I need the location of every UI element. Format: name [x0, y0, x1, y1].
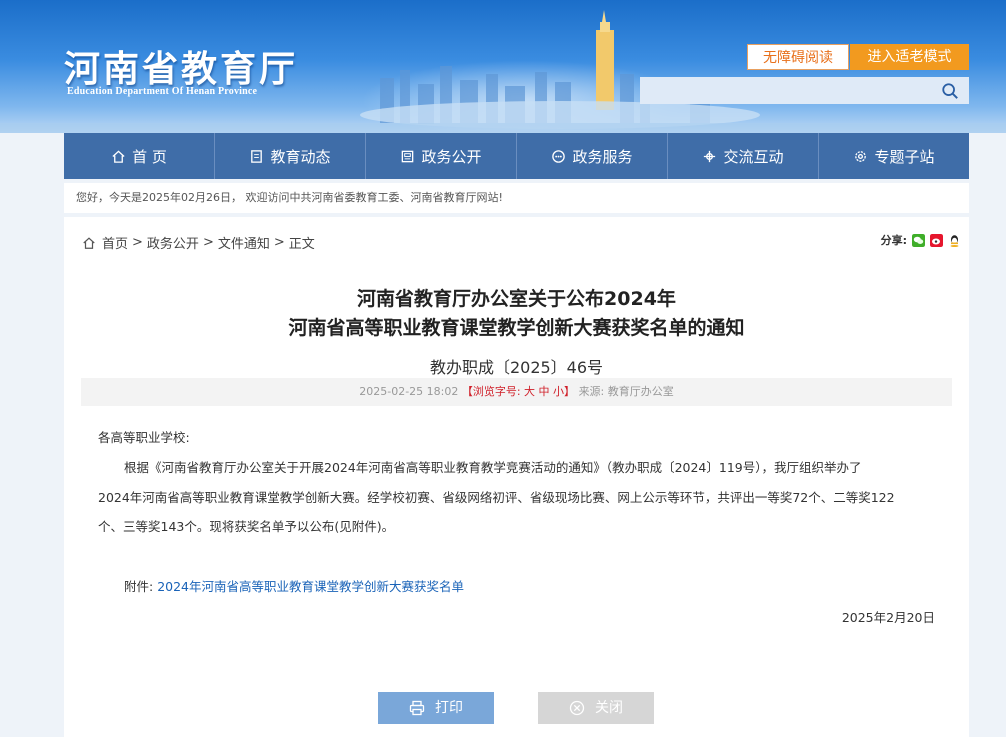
service-icon	[552, 149, 566, 163]
article-meta-bar: 2025-02-25 18:02 【浏览字号: 大 中 小】 来源: 教育厅办公…	[81, 378, 952, 406]
nav-item-special-sites[interactable]: 专题子站	[819, 133, 969, 179]
welcome-bar: 您好，今天是2025年02月26日， 欢迎访问中共河南省委教育工委、河南省教育厅…	[64, 183, 969, 213]
share-bar: 分享:	[881, 232, 961, 248]
site-header: 河南省教育厅 Education Department Of Henan Pro…	[0, 0, 1006, 133]
print-button[interactable]: 打印	[378, 692, 494, 724]
close-button[interactable]: 关闭	[538, 692, 654, 724]
site-logo-title[interactable]: 河南省教育厅	[64, 40, 298, 92]
paragraph-line: 根据《河南省教育厅办公室关于开展2024年河南省高等职业教育教学竞赛活动的通知》…	[124, 460, 862, 475]
article-source: 来源: 教育厅办公室	[578, 385, 674, 398]
elder-mode-button[interactable]: 进入适老模式	[850, 44, 969, 70]
font-size-switcher[interactable]: 【浏览字号: 大 中 小】	[462, 385, 575, 398]
attachment-label: 附件:	[124, 579, 154, 594]
attachment-row: 附件: 2024年河南省高等职业教育课堂教学创新大赛获奖名单	[124, 574, 964, 599]
document-icon	[402, 150, 414, 162]
nav-item-government-affairs[interactable]: 政务公开	[366, 133, 517, 179]
nav-item-label: 首 页	[132, 147, 167, 166]
interaction-icon	[704, 150, 716, 162]
article-panel: 首页 > 政务公开 > 文件通知 > 正文 分享: 河南省教育厅办公室关于公布2…	[64, 217, 969, 737]
weibo-share-icon[interactable]	[930, 233, 943, 247]
print-label: 打印	[435, 700, 463, 716]
home-icon	[112, 149, 125, 163]
breadcrumb-separator: >	[273, 235, 285, 250]
share-label: 分享:	[880, 234, 907, 247]
paragraph-line: 个、三等奖143个。现将获奖名单予以公布(见附件)。	[98, 519, 395, 534]
breadcrumb-separator: >	[132, 235, 143, 250]
nav-item-label: 政务服务	[572, 147, 633, 166]
signature-date: 2025年2月20日	[841, 610, 935, 625]
nav-item-label: 政务公开	[421, 147, 482, 166]
nav-item-education-news[interactable]: 教育动态	[215, 133, 366, 179]
breadcrumb-government-affairs-link[interactable]: 政务公开	[147, 233, 199, 252]
nav-item-government-services[interactable]: 政务服务	[517, 133, 668, 179]
news-icon	[251, 149, 263, 163]
breadcrumb-current: 正文	[288, 237, 315, 252]
search-icon[interactable]	[941, 82, 959, 100]
printer-icon	[409, 700, 425, 716]
breadcrumb-file-notice-link[interactable]: 文件通知	[218, 233, 270, 252]
nav-item-interaction[interactable]: 交流互动	[668, 133, 819, 179]
nav-item-label: 专题子站	[874, 147, 935, 166]
nav-item-label: 交流互动	[723, 147, 784, 166]
breadcrumb: 首页 > 政务公开 > 文件通知 > 正文	[82, 233, 319, 252]
qq-share-icon[interactable]	[948, 234, 961, 247]
accessibility-reading-button[interactable]: 无障碍阅读	[747, 44, 849, 70]
paragraph-line: 2024年河南省高等职业教育课堂教学创新大赛。经学校初赛、省级网络初评、省级现场…	[98, 490, 895, 505]
main-navigation: 首 页 教育动态 政务公开 政务服务 交流互动 专题子站	[64, 133, 969, 179]
breadcrumb-separator: >	[202, 235, 214, 250]
article-title-line1: 河南省教育厅办公室关于公布2024年	[357, 288, 676, 310]
nav-item-home[interactable]: 首 页	[64, 133, 215, 179]
close-label: 关闭	[595, 700, 623, 716]
publish-datetime: 2025-02-25 18:02	[359, 385, 459, 398]
nav-item-label: 教育动态	[270, 147, 331, 166]
gear-icon	[855, 150, 867, 162]
breadcrumb-home-link[interactable]: 首页	[102, 233, 128, 252]
home-icon	[83, 236, 95, 249]
attachment-link[interactable]: 2024年河南省高等职业教育课堂教学创新大赛获奖名单	[157, 579, 464, 594]
salutation: 各高等职业学校:	[98, 430, 190, 445]
search-input[interactable]	[640, 77, 946, 104]
wechat-share-icon[interactable]	[912, 233, 925, 247]
close-icon	[569, 700, 585, 716]
article-title-line2: 河南省高等职业教育课堂教学创新大赛获奖名单的通知	[288, 317, 745, 339]
document-number: 教办职成〔2025〕46号	[429, 358, 604, 377]
site-logo-subtitle: Education Department Of Henan Province	[67, 86, 258, 97]
search-box	[640, 77, 969, 104]
